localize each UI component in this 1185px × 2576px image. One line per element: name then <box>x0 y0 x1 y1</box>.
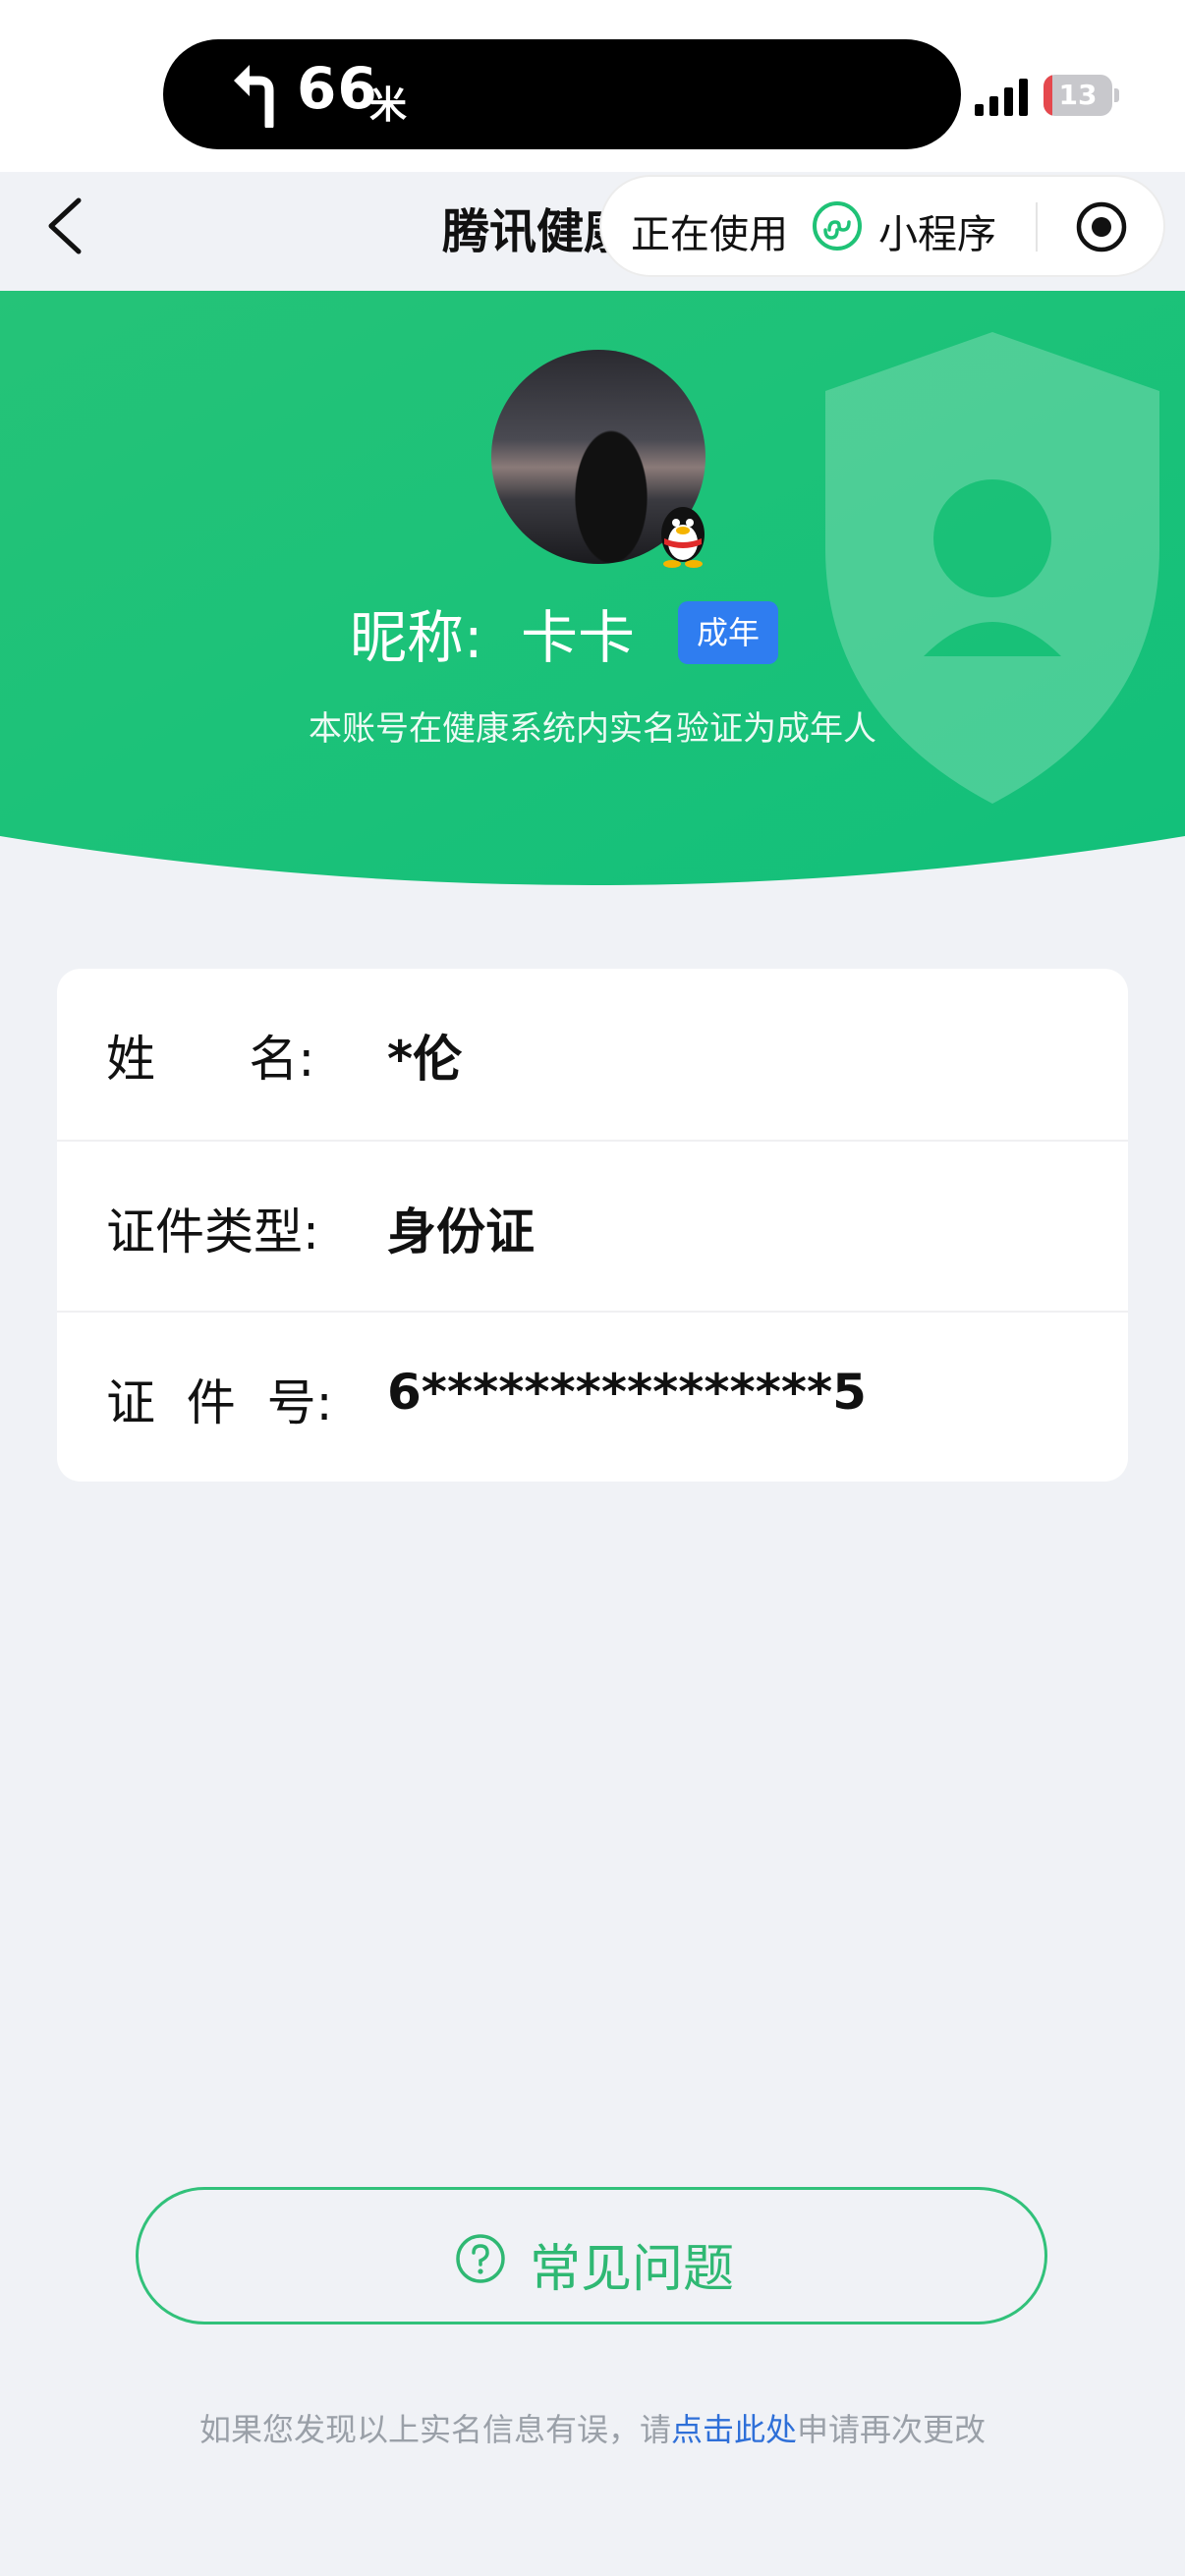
id-number-value: 6****************5 <box>387 1364 867 1421</box>
name-value: *伦 <box>387 1031 463 1088</box>
id-number-label: 证 件 号: <box>106 1374 333 1431</box>
nickname-label: 昵称: <box>350 604 483 671</box>
faq-button[interactable]: 常见问题 <box>136 2187 1047 2324</box>
faq-label: 常见问题 <box>530 2240 735 2299</box>
miniprogram-icon <box>813 201 862 251</box>
profile-banner: 昵称: 卡卡 成年 本账号在健康系统内实名验证为成年人 <box>0 291 1185 900</box>
footer-suffix: 申请再次更改 <box>797 2411 987 2448</box>
footer-note: 如果您发现以上实名信息有误，请点击此处申请再次更改 <box>0 2405 1185 2450</box>
turn-left-arrow-icon <box>234 65 274 128</box>
battery-level: 13 <box>1058 79 1098 111</box>
info-row-id-number: 证 件 号: 6****************5 <box>57 1311 1128 1483</box>
qq-penguin-icon <box>661 507 705 568</box>
id-type-label: 证件类型: <box>106 1204 319 1260</box>
battery-icon: 13 <box>1044 75 1119 116</box>
info-row-id-type: 证件类型: 身份证 <box>57 1140 1128 1312</box>
record-icon[interactable] <box>1075 200 1128 253</box>
id-type-value: 身份证 <box>387 1204 535 1260</box>
nav-distance: 66 <box>297 55 378 122</box>
name-label: 姓 名: <box>106 1031 315 1088</box>
info-row-name: 姓 名: *伦 <box>57 969 1128 1139</box>
miniprogram-capsule[interactable]: 正在使用 小程序 <box>601 177 1163 275</box>
cellular-signal-icon <box>975 79 1028 116</box>
capsule-status: 正在使用 <box>631 212 788 257</box>
verification-note: 本账号在健康系统内实名验证为成年人 <box>309 709 876 749</box>
capsule-label: 小程序 <box>878 212 996 257</box>
help-question-icon <box>456 2234 505 2283</box>
back-arrow-icon[interactable] <box>43 195 86 257</box>
status-bar: 66 米 13 <box>0 0 1185 172</box>
battery-cap <box>1114 88 1119 102</box>
nickname-value: 卡卡 <box>521 604 636 671</box>
identity-info-card: 姓 名: *伦 证件类型: 身份证 证 件 号: 6**************… <box>57 969 1128 1482</box>
nav-distance-unit: 米 <box>369 84 408 127</box>
change-request-link[interactable]: 点击此处 <box>671 2411 797 2448</box>
capsule-divider <box>1036 202 1038 252</box>
navigation-live-activity[interactable]: 66 米 <box>163 39 961 149</box>
footer-prefix: 如果您发现以上实名信息有误，请 <box>198 2411 671 2448</box>
adult-status-badge: 成年 <box>678 601 778 664</box>
